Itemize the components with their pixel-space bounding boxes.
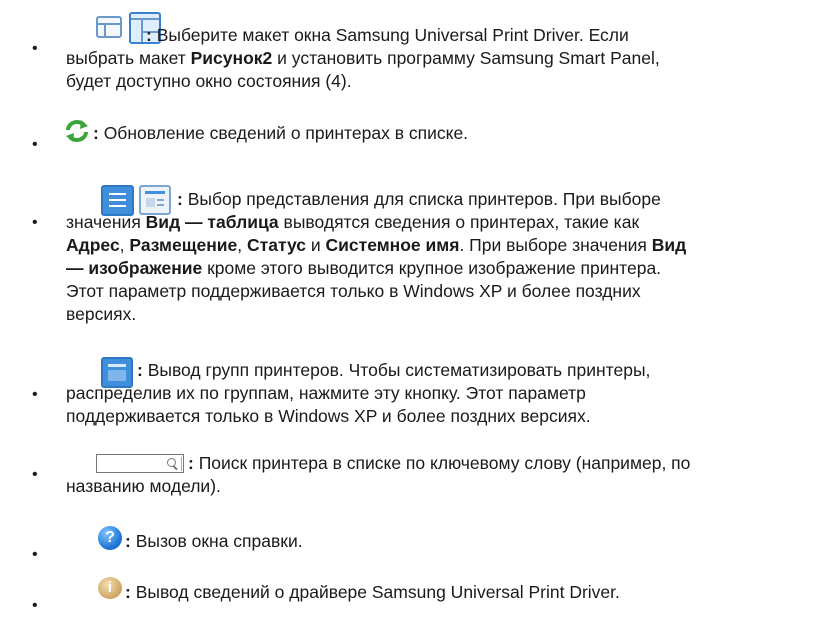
text-run: Вывод групп принтеров. Чтобы систематизи… bbox=[142, 360, 651, 380]
text-line: Этот параметр поддерживается только в Wi… bbox=[66, 280, 641, 303]
layout-1-icon[interactable] bbox=[96, 16, 122, 38]
refresh-icon[interactable] bbox=[64, 119, 90, 143]
search-field-icon[interactable] bbox=[96, 454, 184, 473]
text-line: будет доступно окно состояния (4). bbox=[66, 70, 352, 93]
bullet: • bbox=[32, 386, 38, 403]
bullet: • bbox=[32, 136, 38, 153]
text-line: : Вывод сведений о драйвере Samsung Univ… bbox=[125, 581, 620, 604]
bold-text: — изображение bbox=[66, 258, 203, 278]
text-run: названию модели). bbox=[66, 476, 221, 496]
bullet: • bbox=[32, 597, 38, 614]
text-line: выбрать макет Рисунок2 и установить прог… bbox=[66, 47, 660, 70]
bullet: • bbox=[32, 546, 38, 563]
text-run: и bbox=[306, 235, 326, 255]
text-run: , bbox=[237, 235, 248, 255]
text-line: Адрес, Размещение, Статус и Системное им… bbox=[66, 234, 686, 257]
info-icon[interactable]: i bbox=[98, 577, 122, 599]
text-line: : Вывод групп принтеров. Чтобы системати… bbox=[137, 359, 650, 382]
bullet: • bbox=[32, 466, 38, 483]
text-run: версиях. bbox=[66, 304, 137, 324]
text-line: : Выберите макет окна Samsung Universal … bbox=[146, 24, 629, 47]
text-line: названию модели). bbox=[66, 475, 221, 498]
text-line: : Вызов окна справки. bbox=[125, 530, 303, 553]
bold-text: Вид bbox=[651, 235, 687, 255]
text-line: : Поиск принтера в списке по ключевому с… bbox=[188, 452, 690, 475]
text-run: и установить программу Samsung Smart Pan… bbox=[272, 48, 660, 68]
bold-text: Статус bbox=[247, 235, 307, 255]
text-run: выбрать макет bbox=[66, 48, 191, 68]
bullet: • bbox=[32, 214, 38, 231]
text-line: — изображение кроме этого выводится круп… bbox=[66, 257, 661, 280]
text-run: Вызов окна справки. bbox=[130, 531, 303, 551]
text-run: Вывод сведений о драйвере Samsung Univer… bbox=[130, 582, 620, 602]
text-run: Обновление сведений о принтерах в списке… bbox=[98, 123, 469, 143]
text-run: Этот параметр поддерживается только в Wi… bbox=[66, 281, 641, 301]
bold-text: Системное имя bbox=[325, 235, 460, 255]
text-run: Поиск принтера в списке по ключевому сло… bbox=[193, 453, 691, 473]
text-line: версиях. bbox=[66, 303, 136, 326]
text-run: Выберите макет окна Samsung Universal Pr… bbox=[151, 25, 629, 45]
bullet: • bbox=[32, 40, 38, 57]
text-line: поддерживается только в Windows XP и бол… bbox=[66, 405, 591, 428]
text-line: значения Вид — таблица выводятся сведени… bbox=[66, 211, 639, 234]
text-run: будет доступно окно состояния (4). bbox=[66, 71, 352, 91]
bold-text: Рисунок2 bbox=[190, 48, 273, 68]
text-run: распределив их по группам, нажмите эту к… bbox=[66, 383, 586, 403]
text-run: , bbox=[119, 235, 130, 255]
bold-text: Размещение bbox=[129, 235, 238, 255]
bold-text: Адрес bbox=[66, 235, 120, 255]
text-run: значения bbox=[66, 212, 146, 232]
text-run: . При выборе значения bbox=[459, 235, 652, 255]
text-run: кроме этого выводится крупное изображени… bbox=[202, 258, 662, 278]
bold-text: Вид — таблица bbox=[145, 212, 279, 232]
help-icon[interactable]: ? bbox=[98, 526, 122, 550]
text-run: поддерживается только в Windows XP и бол… bbox=[66, 406, 591, 426]
text-line: распределив их по группам, нажмите эту к… bbox=[66, 382, 586, 405]
text-run: выводятся сведения о принтерах, такие ка… bbox=[278, 212, 640, 232]
text-run: Выбор представления для списка принтеров… bbox=[182, 189, 661, 209]
text-line: : Обновление сведений о принтерах в спис… bbox=[93, 122, 468, 145]
text-line: : Выбор представления для списка принтер… bbox=[177, 188, 661, 211]
